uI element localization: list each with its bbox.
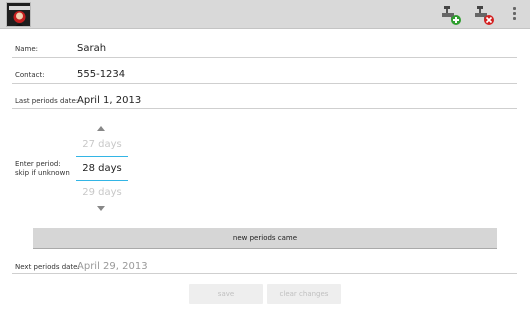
faucet-delete-icon[interactable] xyxy=(472,3,496,27)
faucet-add-icon[interactable] xyxy=(439,3,463,27)
save-button[interactable]: save xyxy=(189,284,263,304)
new-periods-came-button[interactable]: new periods came xyxy=(33,228,497,249)
picker-bottom-divider xyxy=(76,180,128,181)
period-picker-label-line2: skip if unknown xyxy=(15,169,70,177)
picker-top-divider xyxy=(76,156,128,157)
picker-next-value[interactable]: 29 days xyxy=(76,187,128,198)
name-underline xyxy=(12,57,517,58)
next-periods-underline xyxy=(12,273,517,274)
picker-current-value[interactable]: 28 days xyxy=(76,163,128,174)
picker-increment-arrow[interactable] xyxy=(97,126,105,131)
name-field[interactable]: Sarah xyxy=(77,43,106,54)
contact-label: Contact: xyxy=(15,71,45,79)
period-picker-label-line1: Enter period: xyxy=(15,160,61,168)
contact-underline xyxy=(12,83,517,84)
overflow-menu-icon[interactable] xyxy=(508,6,520,24)
contact-field[interactable]: 555-1234 xyxy=(77,69,125,80)
last-periods-underline xyxy=(12,108,517,109)
next-periods-date-value: April 29, 2013 xyxy=(77,261,148,272)
clear-changes-button[interactable]: clear changes xyxy=(267,284,341,304)
last-periods-date-field[interactable]: April 1, 2013 xyxy=(77,95,141,106)
last-periods-label: Last periods date: xyxy=(15,97,79,105)
period-picker-label: Enter period: skip if unknown xyxy=(15,160,70,178)
action-bar xyxy=(0,0,530,29)
next-periods-label: Next periods date: xyxy=(15,263,80,271)
name-label: Name: xyxy=(15,45,39,53)
picker-prev-value[interactable]: 27 days xyxy=(76,139,128,150)
picker-decrement-arrow[interactable] xyxy=(97,206,105,211)
app-logo-icon[interactable] xyxy=(6,2,31,27)
